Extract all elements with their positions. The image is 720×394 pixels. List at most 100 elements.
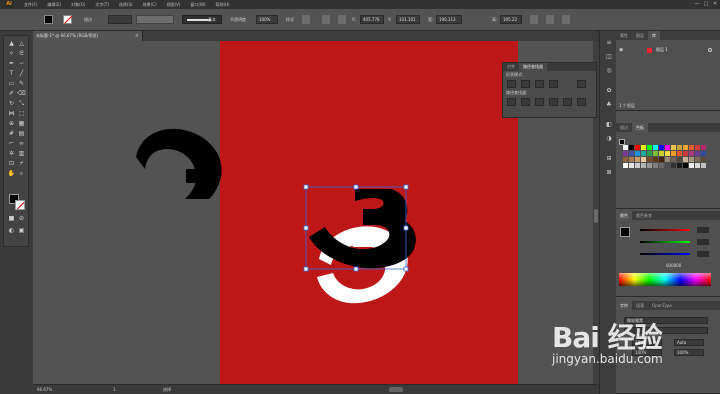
selection-handle-mr[interactable] (403, 225, 409, 231)
minus-front-button[interactable] (521, 79, 530, 88)
trim-button[interactable] (521, 97, 530, 106)
color-swatch[interactable] (635, 157, 640, 162)
scale-tool-icon[interactable]: ⤡ (17, 99, 26, 108)
color-swatch[interactable] (701, 157, 706, 162)
artboard-tool-icon[interactable]: ⊡ (7, 159, 16, 168)
menu-type[interactable]: 文字(T) (95, 2, 109, 8)
color-swatch[interactable] (629, 163, 634, 168)
close-tab-icon[interactable]: × (135, 31, 139, 41)
color-swatch[interactable] (665, 145, 670, 150)
maximize-button[interactable]: □ (703, 1, 709, 7)
pen-tool-icon[interactable]: ✒ (7, 59, 16, 68)
align-icon[interactable] (338, 15, 346, 24)
graphic-style-icon[interactable] (302, 15, 310, 24)
b-value[interactable] (697, 251, 709, 257)
fill-swatch[interactable] (44, 15, 53, 24)
merge-button[interactable] (535, 97, 544, 106)
paintbrush-tool-icon[interactable]: ✎ (17, 79, 26, 88)
color-swatch[interactable] (623, 151, 628, 156)
expand-button[interactable] (577, 79, 586, 88)
transform-panel-icon[interactable]: ⊠ (605, 169, 613, 177)
color-swatch[interactable] (653, 145, 658, 150)
selection-handle-br[interactable] (403, 266, 409, 272)
black-glyph-left[interactable] (136, 128, 222, 199)
color-swatch[interactable] (689, 157, 694, 162)
tab-pathfinder[interactable]: 路径查找器 (519, 63, 547, 71)
tab-libraries[interactable]: 库 (648, 31, 660, 40)
eye-icon[interactable]: ◉ (619, 46, 623, 54)
color-swatch[interactable] (623, 145, 628, 150)
color-swatch[interactable] (671, 151, 676, 156)
selection-handle-ml[interactable] (303, 225, 309, 231)
color-swatch[interactable] (635, 163, 640, 168)
tab-character[interactable]: 字符 (616, 301, 632, 310)
draw-mode-icon[interactable]: ◐ (7, 226, 16, 235)
opacity-field[interactable]: 100% (256, 15, 278, 24)
minus-back-button[interactable] (577, 97, 586, 106)
color-swatch[interactable] (623, 163, 628, 168)
r-slider[interactable] (640, 227, 712, 233)
tab-paragraph[interactable]: 段落 (632, 301, 648, 310)
r-slider-track[interactable] (640, 229, 690, 231)
color-swatch[interactable] (635, 151, 640, 156)
zoom-field[interactable]: 66.67% (37, 385, 52, 394)
zoom-tool-icon[interactable]: ⌕ (17, 169, 26, 178)
color-swatch[interactable] (659, 145, 664, 150)
mesh-tool-icon[interactable]: # (7, 129, 16, 138)
crop-button[interactable] (549, 97, 558, 106)
b-slider[interactable] (640, 251, 712, 257)
close-window-button[interactable]: ✕ (712, 1, 718, 7)
document-tab[interactable]: 未标题-1* @ 66.67% (RGB/预览) × (33, 31, 143, 41)
color-swatch[interactable] (701, 145, 706, 150)
color-swatch[interactable] (623, 157, 628, 162)
curvature-tool-icon[interactable]: ∽ (17, 59, 26, 68)
hand-tool-icon[interactable]: ✋ (7, 169, 16, 178)
menu-view[interactable]: 视图(V) (167, 2, 181, 8)
shaper-tool-icon[interactable]: ✐ (7, 89, 16, 98)
gradient-tool-icon[interactable]: ▤ (17, 129, 26, 138)
selection-handle-bl[interactable] (303, 266, 309, 272)
color-swatch[interactable] (629, 145, 634, 150)
g-value[interactable] (697, 239, 709, 245)
intersect-button[interactable] (535, 79, 544, 88)
type-tool-icon[interactable]: T (7, 69, 16, 78)
menu-edit[interactable]: 编辑(E) (47, 2, 61, 8)
color-swatch[interactable] (665, 151, 670, 156)
color-swatch[interactable] (671, 157, 676, 162)
color-swatch[interactable] (641, 151, 646, 156)
isolate-icon[interactable] (546, 15, 554, 24)
appearance-icon[interactable]: ◎ (605, 67, 613, 75)
selection-handle-tm[interactable] (353, 184, 359, 190)
symbols-icon[interactable]: ♣ (605, 101, 613, 109)
tab-align[interactable]: 对齐 (503, 63, 519, 71)
menu-file[interactable]: 文件(F) (24, 2, 37, 8)
color-swatch[interactable] (695, 151, 700, 156)
color-mode-icon[interactable]: ■ (7, 214, 16, 223)
selection-tool-icon[interactable]: ▲ (7, 39, 16, 48)
target-icon[interactable] (708, 48, 712, 52)
color-swatch[interactable] (689, 163, 694, 168)
color-swatch[interactable] (683, 145, 688, 150)
direct-selection-tool-icon[interactable]: △ (17, 39, 26, 48)
x-field[interactable]: 405.776 (360, 15, 384, 24)
brush-definition[interactable] (182, 15, 222, 24)
color-swatch[interactable] (677, 163, 682, 168)
color-swatch[interactable] (659, 163, 664, 168)
properties-icon[interactable]: ≡ (605, 39, 613, 47)
vertical-scroll-thumb[interactable] (594, 209, 598, 223)
color-swatch[interactable] (629, 157, 634, 162)
slice-tool-icon[interactable]: ⌿ (17, 159, 26, 168)
tab-stroke[interactable]: 描边 (616, 123, 632, 132)
minimize-button[interactable]: — (694, 1, 700, 7)
color-swatch[interactable] (665, 157, 670, 162)
w-field[interactable]: 190.113 (436, 15, 462, 24)
color-swatch[interactable] (689, 151, 694, 156)
blend-tool-icon[interactable]: ∞ (17, 139, 26, 148)
screen-mode-icon[interactable]: ▣ (17, 226, 26, 235)
selection-handle-tr[interactable] (403, 184, 409, 190)
color-swatch[interactable] (641, 145, 646, 150)
tab-color-guide[interactable]: 颜色参考 (632, 211, 656, 220)
tab-color[interactable]: 颜色 (616, 211, 632, 220)
divide-button[interactable] (507, 97, 516, 106)
align-panel-icon[interactable]: ⊞ (605, 155, 613, 163)
